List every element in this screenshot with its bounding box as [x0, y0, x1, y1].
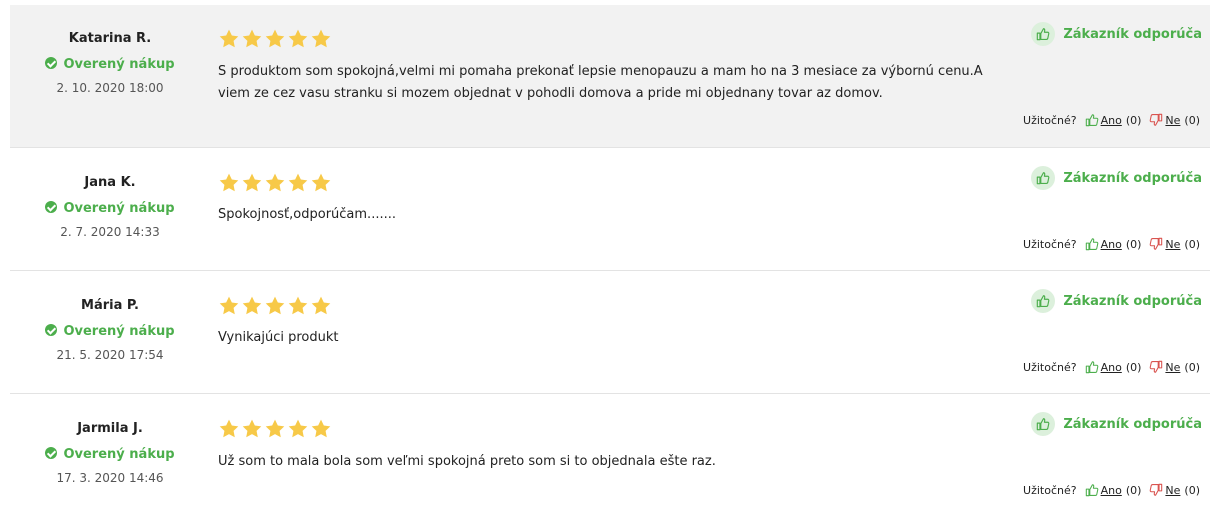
helpful-label: Užitočné? — [1023, 360, 1077, 374]
star-icon — [242, 419, 262, 438]
review-author: Katarina R. — [68, 31, 152, 46]
review-date: 2. 7. 2020 14:33 — [60, 225, 160, 239]
helpful-vote-row: Užitočné? Ano (0) Ne (0) — [1023, 237, 1200, 251]
star-icon — [242, 29, 262, 48]
helpful-no-count: (0) — [1184, 113, 1200, 127]
star-icon — [242, 173, 262, 192]
helpful-yes-label: Ano — [1100, 237, 1122, 251]
star-rating — [218, 418, 332, 440]
customer-recommends-badge: Zákazník odporúča — [1031, 412, 1202, 436]
helpful-yes-count: (0) — [1125, 237, 1142, 251]
verified-purchase-badge: Overený nákup — [10, 447, 210, 462]
star-icon — [265, 29, 285, 48]
review-item: Katarina R. Overený nákup 2. 10. 2020 18… — [10, 5, 1210, 148]
star-icon — [219, 296, 239, 315]
thumbs-up-icon — [1031, 412, 1056, 436]
helpful-vote-row: Užitočné? Ano (0) Ne (0) — [1023, 483, 1200, 497]
helpful-yes-count: (0) — [1125, 483, 1142, 497]
helpful-label: Užitočné? — [1023, 483, 1077, 497]
star-icon — [311, 29, 331, 48]
customer-recommends-badge: Zákazník odporúča — [1031, 289, 1202, 313]
thumbs-up-icon — [1031, 166, 1056, 190]
thumbs-down-icon — [1150, 360, 1163, 373]
helpful-yes-label: Ano — [1100, 483, 1122, 497]
review-text: Vynikajúci produkt — [218, 330, 339, 345]
thumbs-up-icon — [1031, 289, 1056, 313]
review-text: Už som to mala bola som veľmi spokojná p… — [218, 454, 716, 469]
helpful-no-button[interactable]: Ne (0) — [1149, 483, 1200, 497]
customer-recommends-badge: Zákazník odporúča — [1031, 166, 1202, 190]
review-author: Mária P. — [81, 298, 139, 313]
star-icon — [288, 29, 308, 48]
thumbs-down-icon — [1150, 237, 1163, 250]
helpful-vote-row: Užitočné? Ano (0) Ne (0) — [1023, 113, 1200, 127]
helpful-no-label: Ne — [1165, 483, 1181, 497]
review-item: Jarmila J. Overený nákup 17. 3. 2020 14:… — [10, 394, 1210, 512]
helpful-no-button[interactable]: Ne (0) — [1149, 360, 1200, 374]
review-date: 17. 3. 2020 14:46 — [56, 471, 164, 485]
helpful-no-button[interactable]: Ne (0) — [1149, 237, 1200, 251]
helpful-yes-button[interactable]: Ano (0) — [1085, 113, 1142, 127]
helpful-yes-count: (0) — [1125, 360, 1142, 374]
star-icon — [242, 296, 262, 315]
helpful-yes-button[interactable]: Ano (0) — [1085, 360, 1142, 374]
helpful-no-count: (0) — [1184, 483, 1200, 497]
star-icon — [265, 419, 285, 438]
helpful-no-label: Ne — [1165, 360, 1181, 374]
helpful-no-label: Ne — [1165, 113, 1181, 127]
star-rating — [218, 28, 332, 50]
helpful-yes-label: Ano — [1100, 360, 1122, 374]
thumbs-down-icon — [1150, 113, 1163, 126]
star-icon — [288, 173, 308, 192]
review-author: Jarmila J. — [77, 421, 143, 436]
star-icon — [265, 173, 285, 192]
helpful-no-button[interactable]: Ne (0) — [1149, 113, 1200, 127]
star-icon — [311, 419, 331, 438]
check-circle-icon — [45, 201, 58, 213]
check-circle-icon — [45, 324, 58, 336]
star-icon — [219, 173, 239, 192]
star-rating — [218, 172, 332, 194]
star-icon — [311, 173, 331, 192]
verified-purchase-badge: Overený nákup — [10, 201, 210, 216]
star-rating — [218, 295, 332, 317]
helpful-no-label: Ne — [1165, 237, 1181, 251]
check-circle-icon — [45, 57, 58, 69]
thumbs-down-icon — [1150, 483, 1163, 496]
review-text: Spokojnosť,odporúčam....... — [218, 207, 396, 222]
review-date: 21. 5. 2020 17:54 — [56, 348, 164, 362]
check-circle-icon — [45, 447, 58, 459]
review-item: Mária P. Overený nákup 21. 5. 2020 17:54… — [10, 271, 1210, 394]
thumbs-up-icon — [1085, 238, 1098, 251]
review-text: S produktom som spokojná,velmi mi pomaha… — [218, 64, 983, 101]
helpful-label: Užitočné? — [1023, 113, 1077, 127]
star-icon — [265, 296, 285, 315]
review-author: Jana K. — [84, 175, 136, 190]
review-list: Katarina R. Overený nákup 2. 10. 2020 18… — [10, 5, 1210, 512]
review-date: 2. 10. 2020 18:00 — [56, 81, 164, 95]
verified-purchase-badge: Overený nákup — [10, 57, 210, 72]
star-icon — [288, 296, 308, 315]
verified-purchase-badge: Overený nákup — [10, 324, 210, 339]
helpful-label: Užitočné? — [1023, 237, 1077, 251]
customer-recommends-badge: Zákazník odporúča — [1031, 22, 1202, 46]
helpful-yes-button[interactable]: Ano (0) — [1085, 237, 1142, 251]
star-icon — [288, 419, 308, 438]
star-icon — [219, 419, 239, 438]
thumbs-up-icon — [1085, 361, 1098, 374]
star-icon — [311, 296, 331, 315]
review-item: Jana K. Overený nákup 2. 7. 2020 14:33 S… — [10, 148, 1210, 271]
helpful-vote-row: Užitočné? Ano (0) Ne (0) — [1023, 360, 1200, 374]
star-icon — [219, 29, 239, 48]
thumbs-up-icon — [1085, 484, 1098, 497]
thumbs-up-icon — [1031, 22, 1056, 46]
helpful-no-count: (0) — [1184, 360, 1200, 374]
helpful-yes-button[interactable]: Ano (0) — [1085, 483, 1142, 497]
helpful-yes-label: Ano — [1100, 113, 1122, 127]
helpful-yes-count: (0) — [1125, 113, 1142, 127]
helpful-no-count: (0) — [1184, 237, 1200, 251]
thumbs-up-icon — [1085, 114, 1098, 127]
